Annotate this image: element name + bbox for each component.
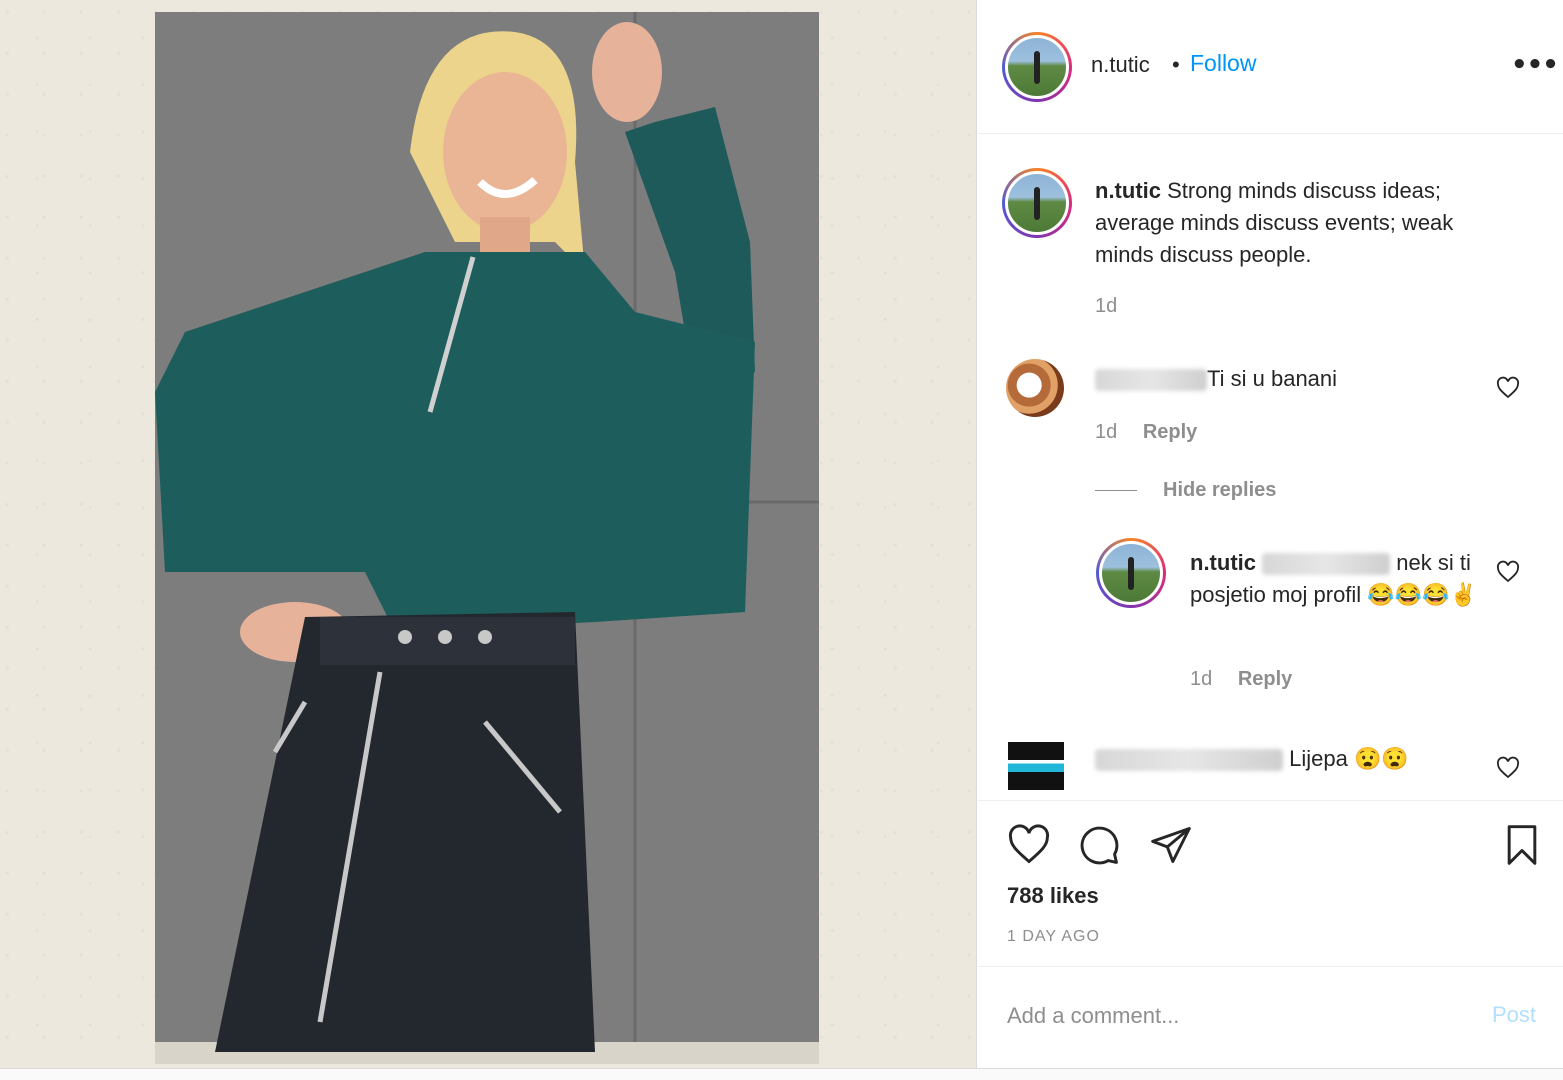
- caption-timestamp: 1d: [1095, 295, 1118, 317]
- blurred-username: [1095, 369, 1207, 392]
- commenter-avatar[interactable]: [1008, 742, 1064, 790]
- reply-avatar[interactable]: [1096, 538, 1166, 608]
- comment-icon[interactable]: [1076, 823, 1122, 867]
- small-heart-icon[interactable]: [1496, 560, 1520, 584]
- comment-input[interactable]: [1007, 998, 1447, 1034]
- reply-username[interactable]: n.tutic: [1190, 550, 1256, 575]
- photo-illustration: [155, 12, 819, 1064]
- header-separator: •: [1172, 52, 1180, 77]
- post-media-panel: [0, 0, 977, 1068]
- comment-text: Ti si u banani: [1207, 366, 1338, 391]
- caption: n.tutic Strong minds discuss ideas; aver…: [1095, 175, 1515, 271]
- post-timestamp: 1 DAY AGO: [1007, 928, 1100, 945]
- reply-timestamp: 1d: [1190, 668, 1213, 690]
- comments-list[interactable]: n.tutic Strong minds discuss ideas; aver…: [978, 135, 1563, 800]
- author-avatar[interactable]: [1002, 32, 1072, 102]
- reply-item: n.tutic nek si ti posjetio moj profil 😂😂…: [1190, 547, 1480, 611]
- hide-replies-button[interactable]: Hide replies: [1095, 479, 1276, 502]
- reply-button[interactable]: Reply: [1238, 668, 1292, 690]
- reply-meta: 1d Reply: [1190, 668, 1292, 691]
- reply-button[interactable]: Reply: [1143, 421, 1197, 443]
- bookmark-icon[interactable]: [1500, 821, 1544, 869]
- comment-item: Ti si u banani: [1095, 363, 1337, 395]
- commenter-avatar[interactable]: [1006, 359, 1064, 417]
- small-heart-icon[interactable]: [1496, 376, 1520, 400]
- heart-icon[interactable]: [1006, 823, 1052, 867]
- divider-line: [1095, 490, 1137, 492]
- blurred-username: [1095, 749, 1283, 772]
- add-comment-bar: Post: [978, 968, 1563, 1066]
- small-heart-icon[interactable]: [1496, 756, 1520, 780]
- author-username[interactable]: n.tutic: [1091, 52, 1150, 78]
- bottom-strip: [0, 1068, 1563, 1080]
- hide-replies-label: Hide replies: [1163, 479, 1277, 501]
- likes-count[interactable]: 788 likes: [1007, 883, 1099, 909]
- caption-username[interactable]: n.tutic: [1095, 178, 1161, 203]
- post-button[interactable]: Post: [1492, 1002, 1536, 1028]
- comment-meta: 1d Reply: [1095, 421, 1197, 444]
- post-photo[interactable]: [155, 12, 819, 1064]
- blurred-mention: [1262, 553, 1391, 576]
- share-icon[interactable]: [1148, 823, 1194, 867]
- caption-avatar[interactable]: [1002, 168, 1072, 238]
- comment-text: Lijepa 😧😧: [1289, 746, 1409, 771]
- comment-item: Lijepa 😧😧: [1095, 743, 1409, 775]
- post-actions: 788 likes 1 DAY AGO: [978, 800, 1563, 967]
- more-icon[interactable]: •••: [1511, 50, 1559, 80]
- post-header: n.tutic • Follow •••: [978, 0, 1563, 134]
- comment-timestamp: 1d: [1095, 421, 1118, 443]
- follow-button[interactable]: Follow: [1190, 50, 1256, 77]
- post-side-panel: n.tutic • Follow ••• n.tutic Strong mind…: [978, 0, 1563, 1068]
